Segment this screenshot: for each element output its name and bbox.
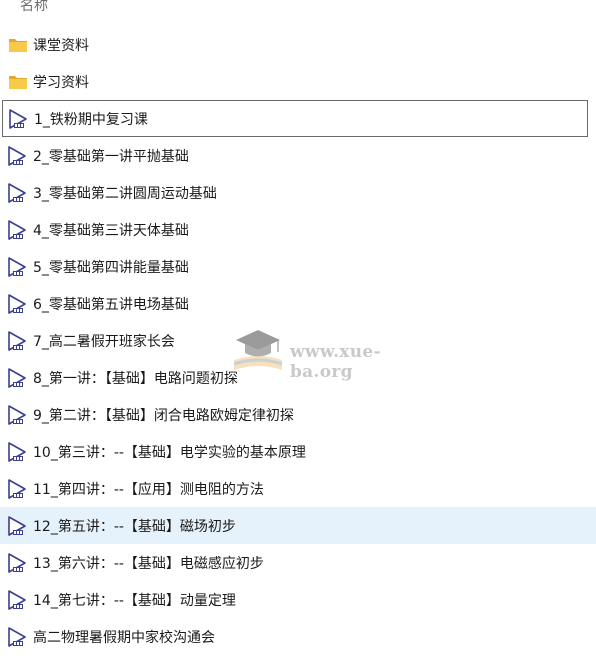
- list-item-label: 9_第二讲：【基础】闭合电路欧姆定律初探: [33, 407, 294, 424]
- video-file-icon: [6, 293, 28, 315]
- video-file-icon: [6, 219, 28, 241]
- list-item-video-5[interactable]: 5_零基础第四讲能量基础: [0, 248, 596, 285]
- column-header-name[interactable]: 名称: [20, 0, 48, 16]
- video-file-icon: [6, 367, 28, 389]
- video-file-icon: [7, 108, 29, 130]
- list-item-folder-classroom-materials[interactable]: 课堂资料: [0, 26, 596, 63]
- list-item-label: 1_铁粉期中复习课: [34, 111, 148, 128]
- list-item-folder-study-materials[interactable]: 学习资料: [0, 63, 596, 100]
- video-file-icon: [6, 626, 28, 648]
- list-item-video-3[interactable]: 3_零基础第二讲圆周运动基础: [0, 174, 596, 211]
- list-item-label: 高二物理暑假期中家校沟通会: [33, 629, 215, 646]
- video-file-icon: [6, 145, 28, 167]
- list-item-video-6[interactable]: 6_零基础第五讲电场基础: [0, 285, 596, 322]
- list-item-label: 2_零基础第一讲平抛基础: [33, 148, 189, 165]
- list-item-label: 学习资料: [33, 74, 89, 91]
- list-item-label: 12_第五讲：--【基础】磁场初步: [33, 518, 236, 535]
- video-file-icon: [6, 441, 28, 463]
- list-item-label: 4_零基础第三讲天体基础: [33, 222, 189, 239]
- list-item-label: 7_高二暑假开班家长会: [33, 333, 175, 350]
- video-file-icon: [6, 478, 28, 500]
- video-file-icon: [6, 330, 28, 352]
- file-list: 课堂资料 学习资料 1_铁粉期中复习课 2_零基础第一讲平抛基础 3_零基础第二…: [0, 26, 596, 655]
- list-item-label: 10_第三讲：--【基础】电学实验的基本原理: [33, 444, 306, 461]
- list-item-video-4[interactable]: 4_零基础第三讲天体基础: [0, 211, 596, 248]
- folder-icon: [7, 73, 29, 91]
- list-item-video-9[interactable]: 9_第二讲：【基础】闭合电路欧姆定律初探: [0, 396, 596, 433]
- folder-icon: [7, 36, 29, 54]
- list-item-video-11[interactable]: 11_第四讲：--【应用】测电阻的方法: [0, 470, 596, 507]
- list-item-video-1[interactable]: 1_铁粉期中复习课: [2, 100, 588, 137]
- list-item-video-8[interactable]: 8_第一讲：【基础】电路问题初探: [0, 359, 596, 396]
- list-item-label: 8_第一讲：【基础】电路问题初探: [33, 370, 238, 387]
- list-item-video-2[interactable]: 2_零基础第一讲平抛基础: [0, 137, 596, 174]
- video-file-icon: [6, 182, 28, 204]
- list-item-label: 11_第四讲：--【应用】测电阻的方法: [33, 481, 264, 498]
- list-item-video-7[interactable]: 7_高二暑假开班家长会: [0, 322, 596, 359]
- list-item-label: 课堂资料: [33, 37, 89, 54]
- list-item-video-15[interactable]: 高二物理暑假期中家校沟通会: [0, 618, 596, 655]
- list-item-video-12[interactable]: 12_第五讲：--【基础】磁场初步: [0, 507, 596, 544]
- list-item-label: 13_第六讲：--【基础】电磁感应初步: [33, 555, 264, 572]
- list-item-label: 14_第七讲：--【基础】动量定理: [33, 592, 236, 609]
- list-item-video-10[interactable]: 10_第三讲：--【基础】电学实验的基本原理: [0, 433, 596, 470]
- video-file-icon: [6, 256, 28, 278]
- video-file-icon: [6, 404, 28, 426]
- list-item-label: 6_零基础第五讲电场基础: [33, 296, 189, 313]
- list-item-label: 5_零基础第四讲能量基础: [33, 259, 189, 276]
- video-file-icon: [6, 589, 28, 611]
- list-item-video-14[interactable]: 14_第七讲：--【基础】动量定理: [0, 581, 596, 618]
- list-item-video-13[interactable]: 13_第六讲：--【基础】电磁感应初步: [0, 544, 596, 581]
- list-item-label: 3_零基础第二讲圆周运动基础: [33, 185, 217, 202]
- video-file-icon: [6, 552, 28, 574]
- video-file-icon: [6, 515, 28, 537]
